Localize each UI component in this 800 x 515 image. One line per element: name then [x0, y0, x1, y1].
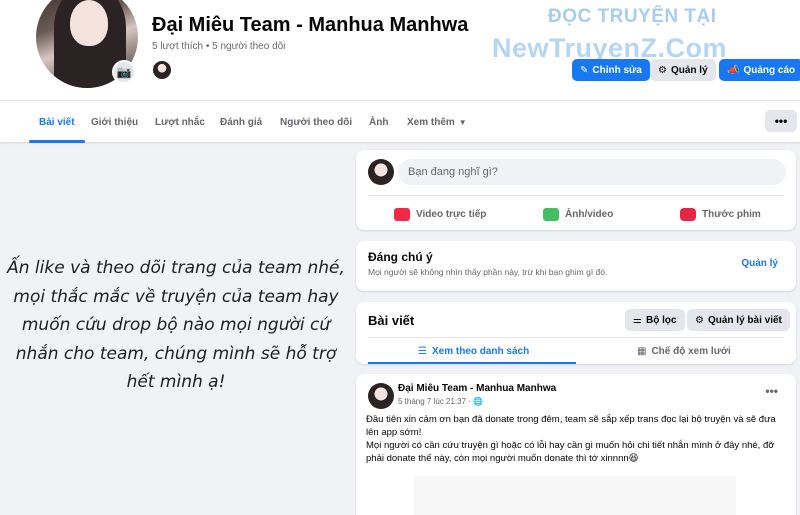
megaphone-icon: 📣	[727, 64, 740, 76]
page-tabs: Bài viết Giới thiệu Lượt nhắc Đánh giá N…	[0, 100, 800, 143]
live-video-label: Video trực tiếp	[416, 208, 487, 220]
advertise-label: Quảng cáo	[743, 64, 796, 76]
composer-divider	[368, 195, 784, 196]
photo-video-label: Ảnh/video	[565, 208, 614, 220]
page-stats: 5 lượt thích • 5 người theo dõi	[152, 41, 286, 52]
post-options-button[interactable]: •••	[765, 384, 778, 398]
avatar-face	[70, 0, 108, 46]
page-header: 📷 Đại Miêu Team - Manhua Manhwa 5 lượt t…	[0, 0, 800, 100]
posts-title: Bài viết	[368, 313, 415, 328]
list-view-label: Xem theo danh sách	[431, 345, 530, 357]
featured-title: Đáng chú ý	[368, 250, 433, 264]
intro-message: Ấn like và theo dõi trang của team nhé, …	[7, 258, 345, 392]
tab-more[interactable]: Xem thêm ▼	[407, 101, 467, 143]
filter-button[interactable]: ⚌ Bộ lọc	[625, 309, 685, 331]
list-icon: ☰	[418, 345, 427, 357]
tab-posts[interactable]: Bài viết	[29, 101, 85, 143]
manage-page-button[interactable]: ⚙ Quản lý	[650, 59, 716, 81]
featured-manage-link[interactable]: Quản lý	[741, 258, 778, 269]
edit-page-button[interactable]: ✎ Chỉnh sửa	[572, 59, 650, 81]
manage-page-label: Quản lý	[670, 64, 708, 76]
post-author-avatar[interactable]	[368, 383, 394, 409]
gear-icon: ⚙	[695, 314, 704, 326]
reel-button[interactable]: Thước phim	[680, 204, 761, 224]
caret-down-icon: ▼	[458, 117, 467, 127]
composer-avatar[interactable]	[368, 159, 394, 185]
gear-icon: ⚙	[658, 64, 667, 76]
globe-icon: 🌐	[473, 397, 484, 406]
filter-label: Bộ lọc	[645, 314, 677, 326]
follower-avatar[interactable]	[152, 60, 172, 80]
post-composer: Bạn đang nghĩ gì? Video trực tiếp Ảnh/vi…	[356, 150, 796, 230]
grid-view-tab[interactable]: ▦ Chế độ xem lưới	[637, 341, 731, 361]
posts-header-divider	[368, 337, 784, 338]
more-options-button[interactable]: •••	[765, 110, 797, 132]
post-paragraph-2: Mọi người có cần cứu truyện gì hoặc có l…	[366, 440, 775, 464]
page-title: Đại Miêu Team - Manhua Manhwa	[152, 14, 469, 36]
photo-video-button[interactable]: Ảnh/video	[543, 204, 613, 224]
tab-followers[interactable]: Người theo dõi	[280, 101, 352, 143]
posts-header: Bài viết ⚌ Bộ lọc ⚙ Quản lý bài viết ☰ X…	[356, 302, 796, 364]
camera-icon[interactable]: 📷	[112, 60, 136, 84]
manage-posts-button[interactable]: ⚙ Quản lý bài viết	[687, 309, 790, 331]
photo-icon	[543, 207, 559, 221]
post-card: Đại Miêu Team - Manhua Manhwa 5 tháng 7 …	[356, 374, 796, 515]
composer-input[interactable]: Bạn đang nghĩ gì?	[398, 159, 786, 185]
tab-reviews[interactable]: Đánh giá	[220, 101, 262, 143]
post-body: Đầu tiên xin cảm ơn bạn đã donate trong …	[366, 413, 791, 465]
post-timestamp[interactable]: 5 tháng 7 lúc 21:37 · 🌐	[398, 397, 483, 406]
post-paragraph-1: Đầu tiên xin cảm ơn bạn đã donate trong …	[366, 414, 776, 438]
video-camera-icon	[394, 207, 410, 221]
tab-about[interactable]: Giới thiệu	[91, 101, 138, 143]
manage-posts-label: Quản lý bài viết	[707, 314, 782, 326]
grid-icon: ▦	[637, 345, 647, 357]
tab-photos[interactable]: Ảnh	[369, 101, 388, 143]
pencil-icon: ✎	[580, 64, 589, 76]
tab-mentions[interactable]: Lượt nhắc	[155, 101, 205, 143]
post-time-text: 5 tháng 7 lúc 21:37 ·	[398, 397, 474, 406]
grid-view-label: Chế độ xem lưới	[651, 345, 731, 357]
active-view-underline	[368, 362, 576, 364]
live-video-button[interactable]: Video trực tiếp	[394, 204, 486, 224]
list-view-tab[interactable]: ☰ Xem theo danh sách	[418, 341, 529, 361]
post-image[interactable]	[414, 476, 736, 515]
edit-page-label: Chỉnh sửa	[592, 64, 642, 76]
tab-more-label: Xem thêm	[407, 116, 455, 128]
reel-icon	[680, 207, 696, 221]
post-author-name[interactable]: Đại Miêu Team - Manhua Manhwa	[398, 383, 556, 394]
watermark-line1: ĐỌC TRUYỆN TẠI	[548, 6, 717, 27]
advertise-button[interactable]: 📣 Quảng cáo	[719, 59, 800, 81]
filter-icon: ⚌	[633, 314, 642, 326]
featured-description: Mọi người sẽ không nhìn thấy phần này, t…	[368, 267, 608, 277]
featured-section: Đáng chú ý Mọi người sẽ không nhìn thấy …	[356, 241, 796, 291]
reel-label: Thước phim	[702, 208, 761, 220]
